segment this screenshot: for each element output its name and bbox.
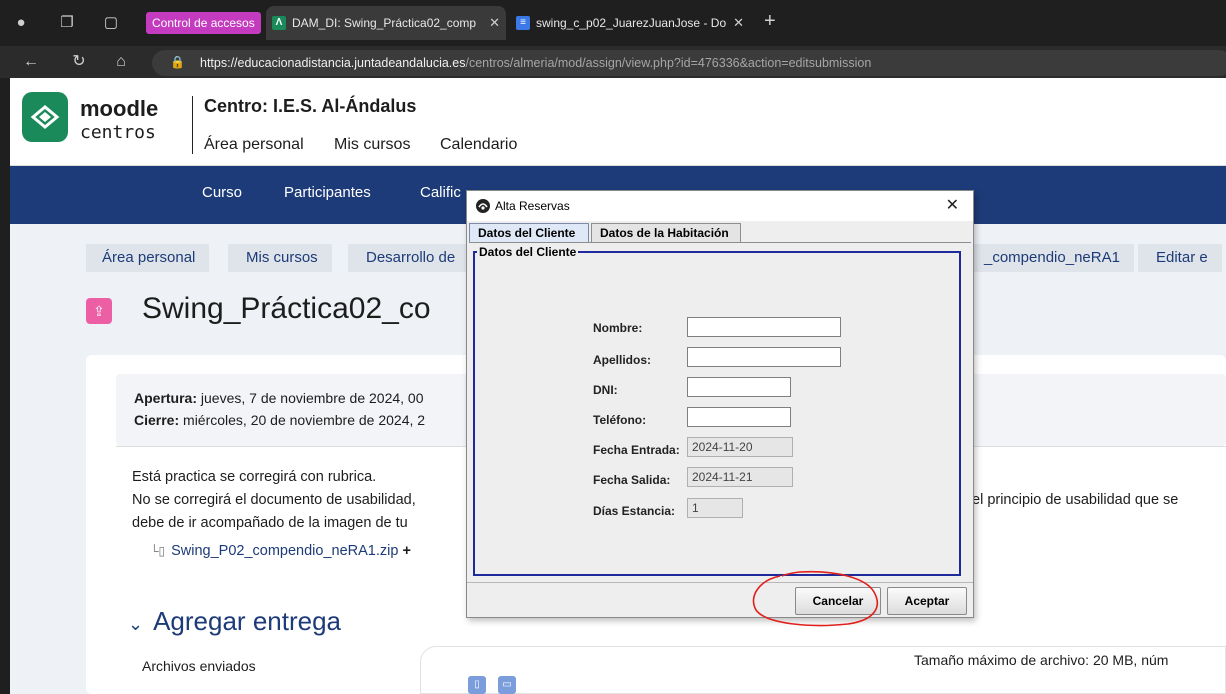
description-line: No se corregirá el documento de usabilid… bbox=[132, 492, 416, 508]
tab-datos-habitacion[interactable]: Datos de la Habitación bbox=[591, 223, 741, 243]
dialog-titlebar[interactable]: Alta Reservas ✕ bbox=[467, 191, 973, 221]
close-icon[interactable]: ✕ bbox=[946, 195, 959, 215]
collections-icon[interactable]: ❐ bbox=[56, 12, 78, 34]
telefono-field[interactable] bbox=[687, 407, 791, 427]
description-line: el principio de usabilidad que se bbox=[972, 492, 1179, 508]
dni-label: DNI: bbox=[593, 383, 618, 397]
home-icon[interactable]: ⌂ bbox=[110, 51, 132, 73]
lock-icon: 🔒 bbox=[170, 55, 185, 69]
button-bar-divider bbox=[467, 582, 973, 583]
attachment-link[interactable]: └▯ Swing_P02_compendio_neRA1.zip + bbox=[150, 543, 411, 559]
breadcrumb-item[interactable]: Mis cursos bbox=[228, 244, 332, 272]
tab-title: DAM_DI: Swing_Práctica02_comp bbox=[292, 16, 477, 30]
nombre-field[interactable] bbox=[687, 317, 841, 337]
docs-favicon-icon: ≡ bbox=[516, 16, 530, 30]
close-icon[interactable]: ✕ bbox=[489, 6, 500, 40]
moodle-logo-icon[interactable] bbox=[22, 92, 68, 142]
url-text: https://educacionadistancia.juntadeandal… bbox=[200, 56, 872, 70]
breadcrumb-item[interactable]: Editar e bbox=[1138, 244, 1222, 272]
brand-sub: centros bbox=[80, 122, 156, 143]
accept-button[interactable]: Aceptar bbox=[887, 587, 967, 615]
apellidos-label: Apellidos: bbox=[593, 353, 652, 367]
file-icon[interactable]: ▯ bbox=[468, 676, 486, 694]
apellidos-field[interactable] bbox=[687, 347, 841, 367]
new-tab-icon[interactable]: + bbox=[764, 10, 776, 33]
dni-field[interactable] bbox=[687, 377, 791, 397]
tab-group-chip[interactable]: Control de accesos bbox=[146, 12, 261, 34]
course-nav-calificaciones[interactable]: Calific bbox=[420, 184, 461, 201]
breadcrumb-item[interactable]: Desarrollo de bbox=[348, 244, 470, 272]
alta-reservas-dialog: Alta Reservas ✕ Datos del Cliente Datos … bbox=[466, 190, 974, 618]
tab-active[interactable]: Λ DAM_DI: Swing_Práctica02_comp ✕ bbox=[266, 6, 506, 40]
dias-estancia-label: Días Estancia: bbox=[593, 504, 676, 518]
description-line: Está practica se corregirá con rubrica. bbox=[132, 469, 377, 485]
course-nav-curso[interactable]: Curso bbox=[202, 184, 242, 201]
close-icon[interactable]: ✕ bbox=[733, 6, 744, 40]
folder-icon[interactable]: ▭ bbox=[498, 676, 516, 694]
tab-docs[interactable]: ≡ swing_c_p02_JuarezJuanJose - Do ✕ bbox=[510, 6, 750, 40]
nav-calendario[interactable]: Calendario bbox=[440, 136, 517, 154]
file-icon: └▯ bbox=[150, 544, 166, 558]
description-line: debe de ir acompañado de la imagen de tu bbox=[132, 515, 408, 531]
window-edge bbox=[0, 78, 10, 694]
page-title: Swing_Práctica02_co bbox=[142, 292, 431, 325]
address-bar-row: ← ↻ ⌂ 🔒 https://educacionadistancia.junt… bbox=[0, 46, 1226, 78]
moodle-favicon-icon: Λ bbox=[272, 16, 286, 30]
brand-name: moodle bbox=[80, 96, 159, 121]
dias-estancia-field: 1 bbox=[687, 498, 743, 518]
fecha-entrada-label: Fecha Entrada: bbox=[593, 443, 680, 457]
telefono-label: Teléfono: bbox=[593, 413, 647, 427]
fecha-entrada-field: 2024-11-20 bbox=[687, 437, 793, 457]
url-field[interactable]: 🔒 https://educacionadistancia.juntadeand… bbox=[152, 50, 1226, 76]
nombre-label: Nombre: bbox=[593, 321, 643, 335]
centro-title: Centro: I.E.S. Al-Ándalus bbox=[204, 96, 417, 116]
divider bbox=[192, 96, 193, 154]
nav-mis-cursos[interactable]: Mis cursos bbox=[334, 136, 410, 154]
fecha-salida-field: 2024-11-21 bbox=[687, 467, 793, 487]
max-size-label: Tamaño máximo de archivo: 20 MB, núm bbox=[914, 652, 1169, 668]
tabs-icon[interactable]: ▢ bbox=[100, 12, 122, 34]
browser-tab-strip: ● ❐ ▢ Control de accesos Λ DAM_DI: Swing… bbox=[0, 0, 1226, 46]
moodle-header: moodle centros Centro: I.E.S. Al-Ándalus… bbox=[10, 78, 1226, 166]
tab-title: swing_c_p02_JuarezJuanJose - Do bbox=[536, 16, 727, 30]
assignment-icon: ⇪ bbox=[86, 298, 112, 324]
course-nav-participantes[interactable]: Participantes bbox=[284, 184, 371, 201]
nav-area-personal[interactable]: Área personal bbox=[204, 136, 304, 154]
back-icon[interactable]: ← bbox=[20, 51, 42, 73]
add-icon[interactable]: + bbox=[402, 543, 410, 559]
java-icon bbox=[476, 199, 490, 213]
group-title: Datos del Cliente bbox=[477, 245, 579, 259]
agregar-entrega-heading[interactable]: ⌄ Agregar entrega bbox=[128, 606, 341, 637]
cierre-line: Cierre: miércoles, 20 de noviembre de 20… bbox=[134, 412, 426, 428]
profile-icon[interactable]: ● bbox=[10, 12, 32, 34]
archivos-enviados-label: Archivos enviados bbox=[142, 658, 256, 674]
fecha-salida-label: Fecha Salida: bbox=[593, 473, 671, 487]
apertura-line: Apertura: jueves, 7 de noviembre de 2024… bbox=[134, 390, 424, 406]
dialog-title: Alta Reservas bbox=[495, 199, 570, 213]
tab-datos-cliente[interactable]: Datos del Cliente bbox=[469, 223, 589, 243]
reload-icon[interactable]: ↻ bbox=[68, 51, 90, 73]
chevron-down-icon: ⌄ bbox=[128, 614, 144, 634]
breadcrumb-item[interactable]: _compendio_neRA1 bbox=[966, 244, 1134, 272]
cancel-button[interactable]: Cancelar bbox=[795, 587, 881, 615]
breadcrumb-item[interactable]: Área personal bbox=[86, 244, 210, 272]
